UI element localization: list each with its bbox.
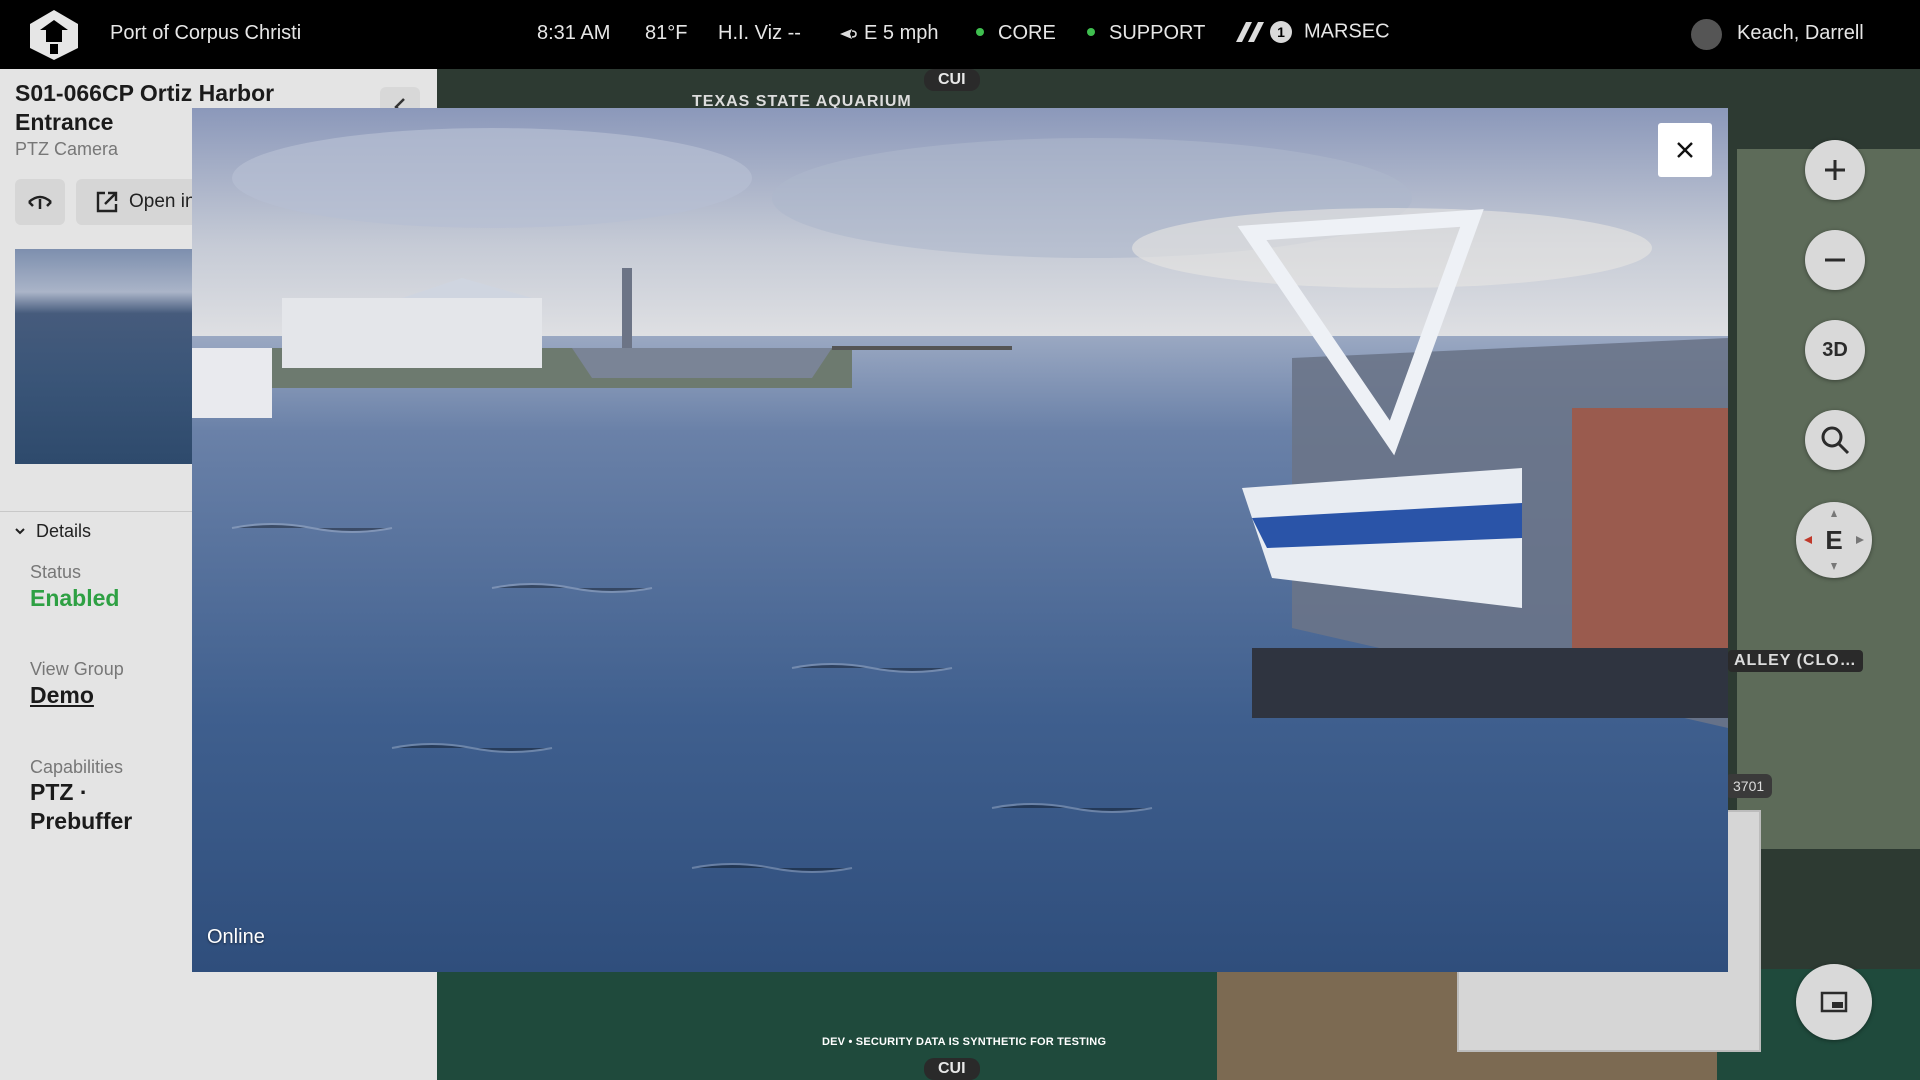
close-modal-button[interactable] <box>1658 123 1712 177</box>
road-badge: 3701 <box>1725 774 1773 798</box>
marsec-label: MARSEC <box>1304 20 1390 43</box>
view-group-link[interactable]: Demo <box>30 681 94 710</box>
visibility-display: H.I. Viz -- <box>718 22 801 44</box>
org-name: Port of Corpus Christi <box>110 22 302 44</box>
classification-banner-top: CUI <box>924 69 980 91</box>
open-in-label: Open in <box>129 191 196 212</box>
marsec-level-badge: 1 <box>1270 21 1292 43</box>
wind-icon <box>840 28 857 39</box>
view-group-label: View Group <box>30 659 124 679</box>
picture-in-picture-icon <box>1820 991 1848 1013</box>
core-status-dot <box>976 27 984 36</box>
support-status-dot <box>1087 27 1095 36</box>
port-logo-icon[interactable] <box>26 8 82 62</box>
layer-toggle-button[interactable] <box>1796 964 1872 1040</box>
search-map-button[interactable] <box>1805 410 1865 470</box>
core-status[interactable]: CORE <box>976 22 1056 45</box>
support-status[interactable]: SUPPORT <box>1087 22 1205 45</box>
minus-icon <box>1825 258 1845 262</box>
close-icon <box>1677 142 1693 158</box>
camera-feed-modal: Online <box>192 108 1728 972</box>
ptz-control-button[interactable] <box>15 179 65 225</box>
top-bar: Port of Corpus Christi 8:31 AM 81°F H.I.… <box>0 0 1920 69</box>
marsec-status[interactable]: 1 MARSEC <box>1234 20 1390 44</box>
status-value: Enabled <box>30 585 120 611</box>
view-3d-button[interactable]: 3D <box>1805 320 1865 380</box>
capabilities-value: PTZ · Prebuffer <box>30 779 133 834</box>
compass-direction: E <box>1825 524 1843 555</box>
user-name[interactable]: Keach, Darrell <box>1737 22 1864 45</box>
capabilities-label: Capabilities <box>30 757 124 777</box>
wind-value: E 5 mph <box>864 22 939 44</box>
classification-banner-bottom: CUI <box>924 1058 980 1080</box>
temperature-display: 81°F <box>645 22 688 44</box>
chevron-down-icon <box>15 528 25 535</box>
avatar[interactable] <box>1691 19 1722 50</box>
details-header: Details <box>36 521 92 541</box>
marsec-stripes-icon <box>1236 22 1264 42</box>
stream-status: Online <box>207 926 265 948</box>
search-icon <box>1821 426 1850 455</box>
valley-map-label: ALLEY (CLO… <box>1728 650 1863 672</box>
support-status-label: SUPPORT <box>1109 22 1206 44</box>
compass-button[interactable]: E <box>1796 502 1872 578</box>
core-status-label: CORE <box>998 22 1056 44</box>
external-link-icon <box>96 191 118 213</box>
details-section-toggle[interactable]: Details <box>14 521 91 542</box>
plus-icon <box>1825 160 1845 180</box>
time-display: 8:31 AM <box>537 22 611 44</box>
zoom-out-button[interactable] <box>1805 230 1865 290</box>
wind-display: E 5 mph <box>838 22 938 45</box>
zoom-in-button[interactable] <box>1805 140 1865 200</box>
camera-video-feed[interactable] <box>192 108 1728 972</box>
camera-type: PTZ Camera <box>15 139 119 159</box>
status-label: Status <box>30 562 82 582</box>
joystick-icon <box>28 195 52 209</box>
dev-note: DEV • SECURITY DATA IS SYNTHETIC FOR TES… <box>822 1036 1107 1048</box>
